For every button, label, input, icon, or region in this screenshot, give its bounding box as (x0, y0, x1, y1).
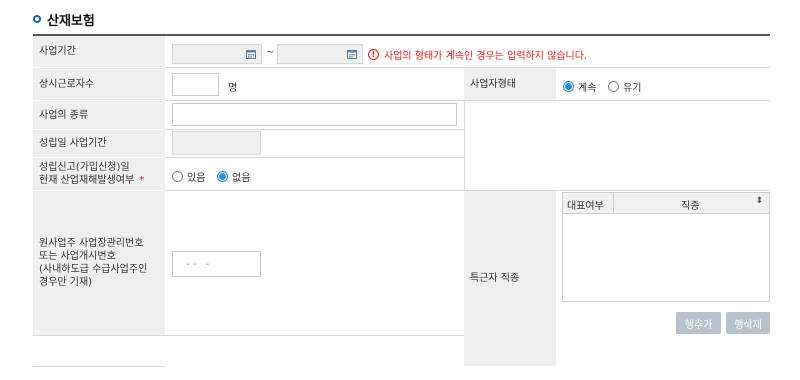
grid-header-representative[interactable]: 대표여부 (567, 197, 604, 212)
business-form-option-0: 계속 (578, 83, 597, 94)
grid-header: 대표여부 직종 ⬍ (563, 193, 769, 214)
section-title: 산재보험 (33, 10, 95, 29)
delete-row-button[interactable]: 행삭제 (726, 312, 770, 334)
section-title-text: 산재보험 (47, 13, 95, 29)
business-type-input[interactable] (172, 103, 457, 126)
add-row-button[interactable]: 행추가 (676, 312, 721, 334)
column-divider (464, 100, 465, 191)
label-special-job: 특근자 직종 (464, 191, 556, 366)
special-job-grid[interactable]: 대표여부 직종 ⬍ (562, 192, 770, 302)
row-divider (33, 366, 165, 367)
business-form-radio-continuous[interactable]: 계속 (563, 79, 596, 94)
period-warning-text: 사업의 형태가 계속인 경우는 입력하지 않습니다. (384, 51, 588, 62)
label-business-type: 사업의 종류 (33, 101, 165, 129)
contractor-number-value: - - - (186, 259, 210, 270)
accident-radio-yes[interactable]: 있음 (172, 169, 205, 184)
calendar-icon[interactable] (246, 49, 256, 59)
label-accident-line1: 성립신고(가입신청)일 (39, 162, 130, 173)
row-divider (33, 335, 464, 336)
period-warning: ! 사업의 형태가 계속인 경우는 입력하지 않습니다. (368, 47, 587, 62)
required-mark: * (139, 175, 145, 186)
label-regular-workers: 상시근로자수 (33, 68, 165, 100)
label-business-form: 사업자형태 (464, 68, 556, 100)
bullet-icon (33, 15, 41, 23)
radio-selected-icon[interactable] (563, 81, 574, 92)
regular-workers-input[interactable] (172, 73, 219, 96)
label-accident-line2-wrap: 현재 산업재해발생여부 * (39, 174, 144, 187)
row-divider (165, 157, 464, 158)
grid-header-divider (613, 193, 614, 213)
label-establish-period: 성립일 사업기간 (33, 130, 165, 157)
label-business-period: 사업기간 (33, 36, 165, 67)
grid-header-job[interactable]: 직종 (681, 197, 699, 212)
label-accident-status: 성립신고(가입신청)일 현재 산업재해발생여부 * (33, 158, 165, 190)
business-form-option-1: 유기 (623, 83, 642, 94)
label-contractor-line3: (사내하도급 수급사업주인 (39, 264, 148, 275)
regular-workers-unit: 명 (228, 83, 238, 94)
warning-icon: ! (368, 49, 379, 60)
row-divider (165, 190, 770, 191)
accident-option-0: 있음 (187, 173, 206, 184)
row-divider (165, 67, 770, 68)
radio-unselected-icon[interactable] (172, 171, 183, 182)
contractor-number-input[interactable]: - - - (172, 251, 261, 277)
accident-option-1: 없음 (232, 173, 251, 184)
radio-selected-icon[interactable] (217, 171, 228, 182)
label-contractor-line4: 경우만 기재) (39, 277, 93, 288)
accident-radio-no[interactable]: 없음 (217, 169, 250, 184)
row-divider (165, 100, 770, 101)
calendar-icon[interactable] (347, 49, 357, 59)
label-contractor-number: 원사업주 사업장관리번호 또는 사업개시번호 (사내하도급 수급사업주인 경우만… (33, 191, 165, 335)
label-accident-line2: 현재 산업재해발생여부 (39, 175, 135, 186)
business-form-radio-fixed[interactable]: 유기 (608, 79, 641, 94)
label-contractor-line1: 원사업주 사업장관리번호 (39, 238, 144, 249)
period-tilde: ~ (266, 47, 275, 58)
row-divider (165, 129, 464, 130)
label-contractor-line2: 또는 사업개시번호 (39, 251, 116, 262)
sort-icon[interactable]: ⬍ (755, 196, 763, 206)
radio-unselected-icon[interactable] (608, 81, 619, 92)
establish-period-input (172, 131, 261, 155)
